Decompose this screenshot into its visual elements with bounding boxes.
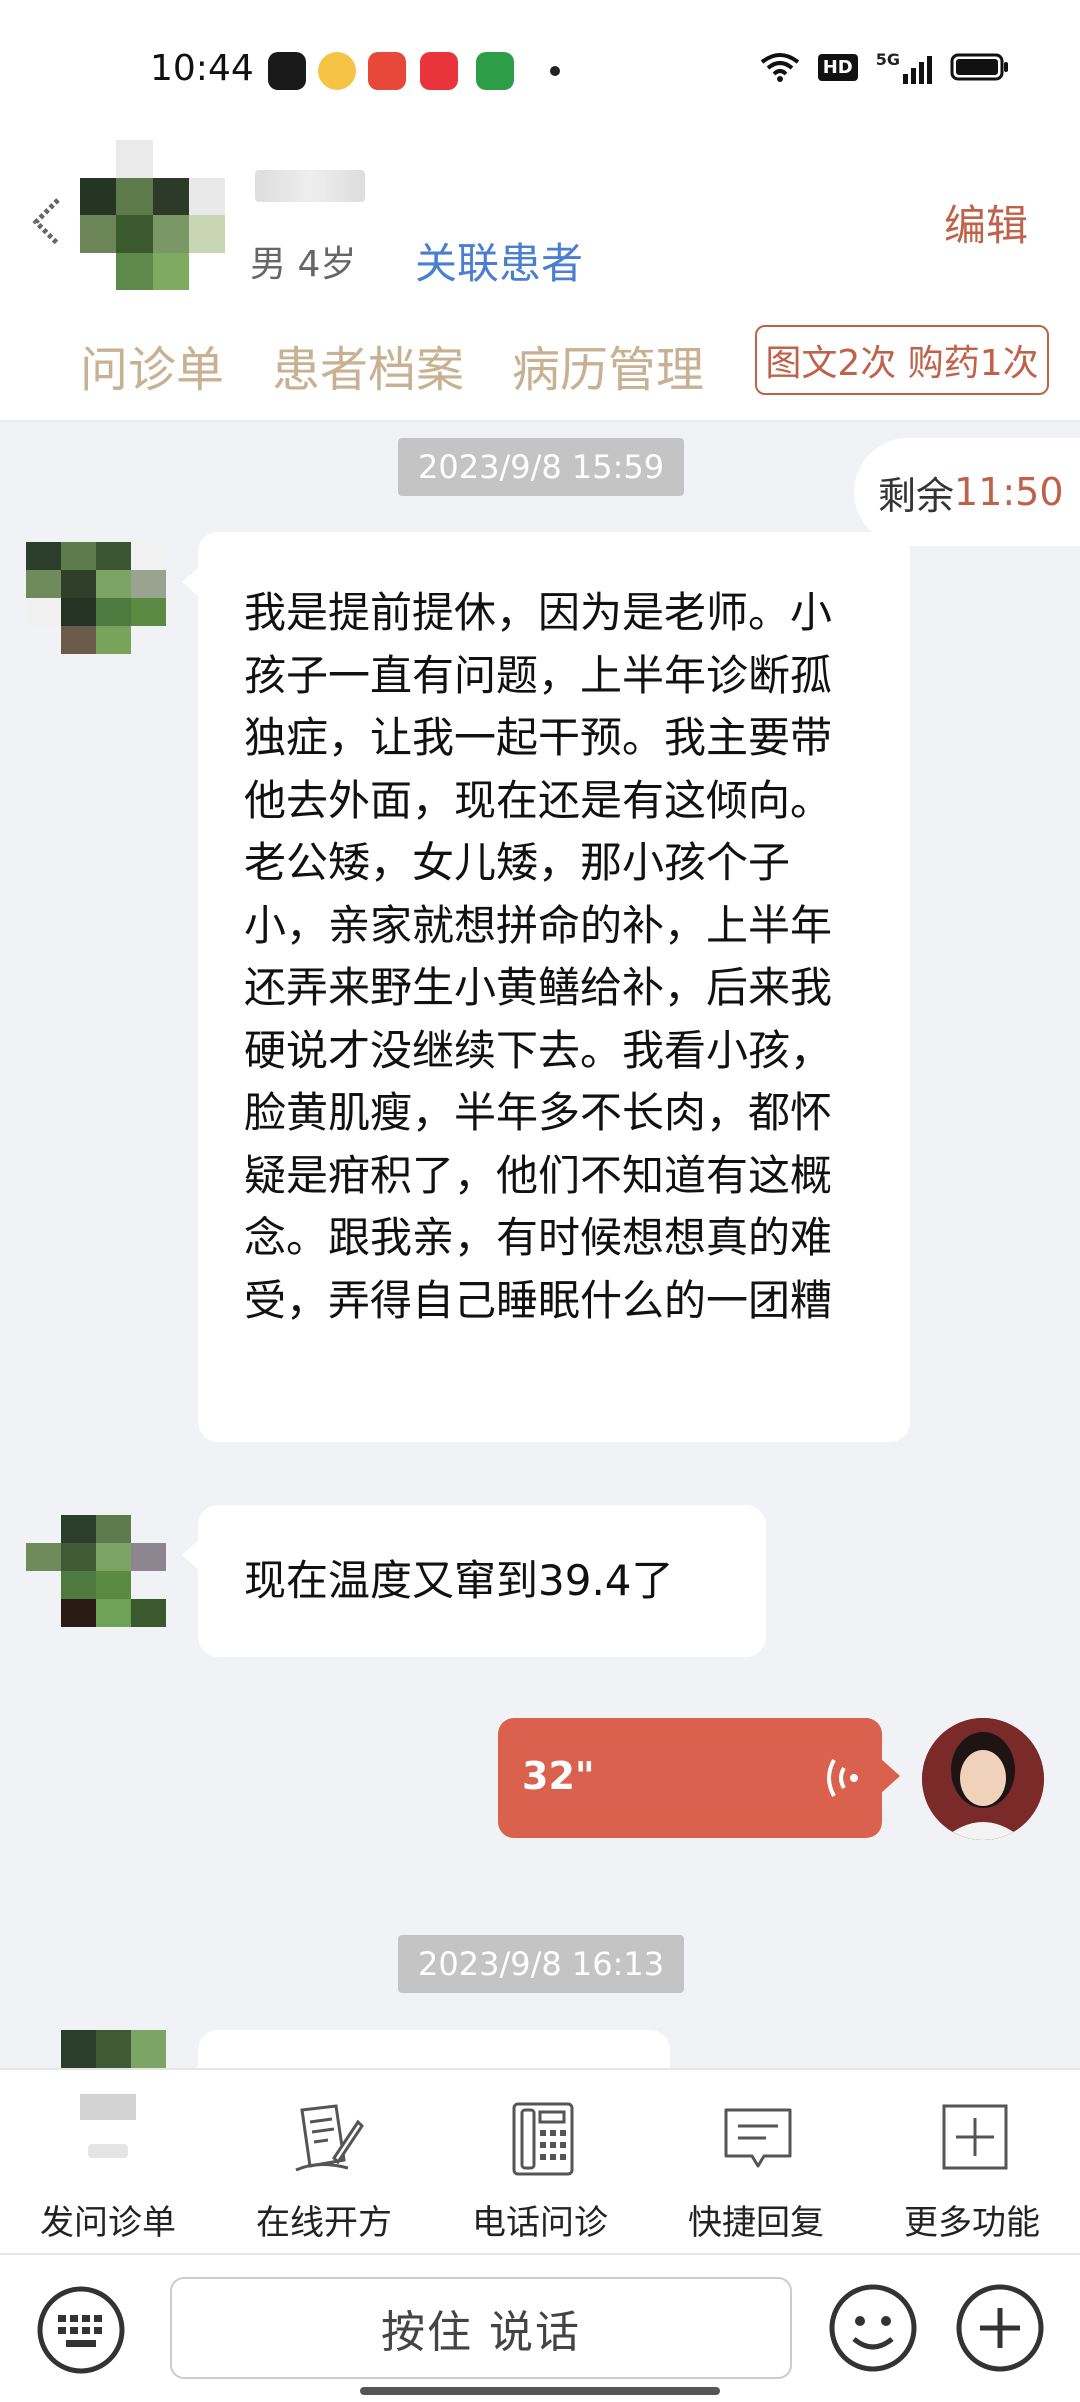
timestamp: 2023/9/8 15:59: [398, 438, 685, 496]
remaining-time: 剩余 11:50: [854, 438, 1080, 546]
doctor-photo: [922, 1718, 1044, 1840]
back-icon[interactable]: [28, 192, 68, 252]
quick-reply-button[interactable]: 快捷回复: [648, 2070, 864, 2255]
hold-to-talk-button[interactable]: 按住 说话: [170, 2277, 792, 2379]
more-notifications-dot: [550, 66, 560, 76]
consultation-quota-badge[interactable]: 图文2次 购药1次: [755, 325, 1049, 395]
tab-patient-profile[interactable]: 患者档案: [272, 330, 464, 400]
function-toolbar: 发问诊单 在线开方 电话问诊 快捷回复 更多功能: [0, 2068, 1080, 2255]
signal-label: 5G: [875, 50, 900, 69]
more-plus-icon: [942, 2104, 1008, 2170]
status-time: 10:44: [150, 48, 254, 89]
patient-gender-age: 男 4岁: [250, 244, 357, 285]
voice-wave-icon: [827, 1759, 858, 1797]
doctor-avatar[interactable]: [922, 1718, 1044, 1840]
wifi-icon: [760, 53, 799, 82]
chat-header: 男 4岁 关联患者 编辑 问诊单 患者档案 病历管理 图文2次 购药1次: [0, 130, 1080, 422]
tool-label: 电话问诊: [472, 2203, 608, 2243]
send-questionnaire-button[interactable]: 发问诊单: [0, 2070, 216, 2255]
taobao-icon: [368, 52, 406, 90]
patient-message-avatar[interactable]: [26, 2030, 166, 2068]
voice-duration: 32": [522, 1754, 595, 1798]
voice-message-bubble[interactable]: 32": [498, 1718, 900, 1838]
header-tabs: 问诊单 患者档案 病历管理: [80, 330, 704, 400]
message-text: 现在温度又窜到39.4了: [244, 1556, 674, 1605]
status-bar: 10:44 HD 5G: [0, 0, 1080, 130]
hd-badge: HD: [817, 53, 858, 81]
xiaohongshu-icon: [420, 52, 458, 90]
tiktok-icon: [268, 52, 306, 90]
patient-message-bubble-partial[interactable]: [182, 2030, 670, 2096]
oppo-icon: [476, 52, 514, 90]
link-patient-button[interactable]: 关联患者: [415, 230, 583, 291]
keyboard-icon[interactable]: [36, 2285, 126, 2375]
emoji-icon[interactable]: [828, 2283, 918, 2373]
patient-message-bubble[interactable]: 现在温度又窜到39.4了: [182, 1505, 766, 1657]
phone-icon: [512, 2102, 574, 2176]
battery-icon: [950, 53, 1008, 81]
tool-label: 更多功能: [904, 2203, 1040, 2243]
home-indicator[interactable]: [360, 2387, 720, 2395]
input-bar: 按住 说话: [0, 2253, 1080, 2402]
patient-avatar[interactable]: [80, 140, 225, 290]
quick-reply-icon: [724, 2108, 792, 2168]
patient-message-bubble[interactable]: 我是提前提休，因为是老师。小孩子一直有问题，上半年诊断孤独症，让我一起干预。我主…: [182, 532, 910, 1442]
phone-consultation-button[interactable]: 电话问诊: [432, 2070, 648, 2255]
online-prescription-button[interactable]: 在线开方: [216, 2070, 432, 2255]
questionnaire-icon: [75, 2092, 141, 2176]
tab-questionnaire[interactable]: 问诊单: [80, 330, 224, 400]
remaining-label: 剩余: [878, 473, 955, 518]
prescription-icon: [295, 2104, 364, 2172]
add-icon[interactable]: [955, 2283, 1045, 2373]
tool-label: 在线开方: [256, 2203, 392, 2243]
timestamp: 2023/9/8 16:13: [398, 1935, 685, 1993]
patient-message-avatar[interactable]: [26, 1515, 166, 1627]
remaining-time-value: 11:50: [954, 470, 1064, 514]
patient-name-redacted: [255, 170, 365, 202]
edit-button[interactable]: 编辑: [944, 192, 1028, 253]
tool-label: 发问诊单: [40, 2203, 176, 2243]
tool-label: 快捷回复: [688, 2203, 824, 2243]
patient-message-avatar[interactable]: [26, 542, 166, 654]
weibo-icon: [318, 52, 356, 90]
signal-icon: 5G: [876, 50, 932, 84]
message-text: 我是提前提休，因为是老师。小孩子一直有问题，上半年诊断孤独症，让我一起干预。我主…: [244, 588, 833, 1325]
tab-medical-records[interactable]: 病历管理: [512, 330, 704, 400]
more-functions-button[interactable]: 更多功能: [864, 2070, 1080, 2255]
status-indicators: HD 5G: [760, 50, 1010, 84]
